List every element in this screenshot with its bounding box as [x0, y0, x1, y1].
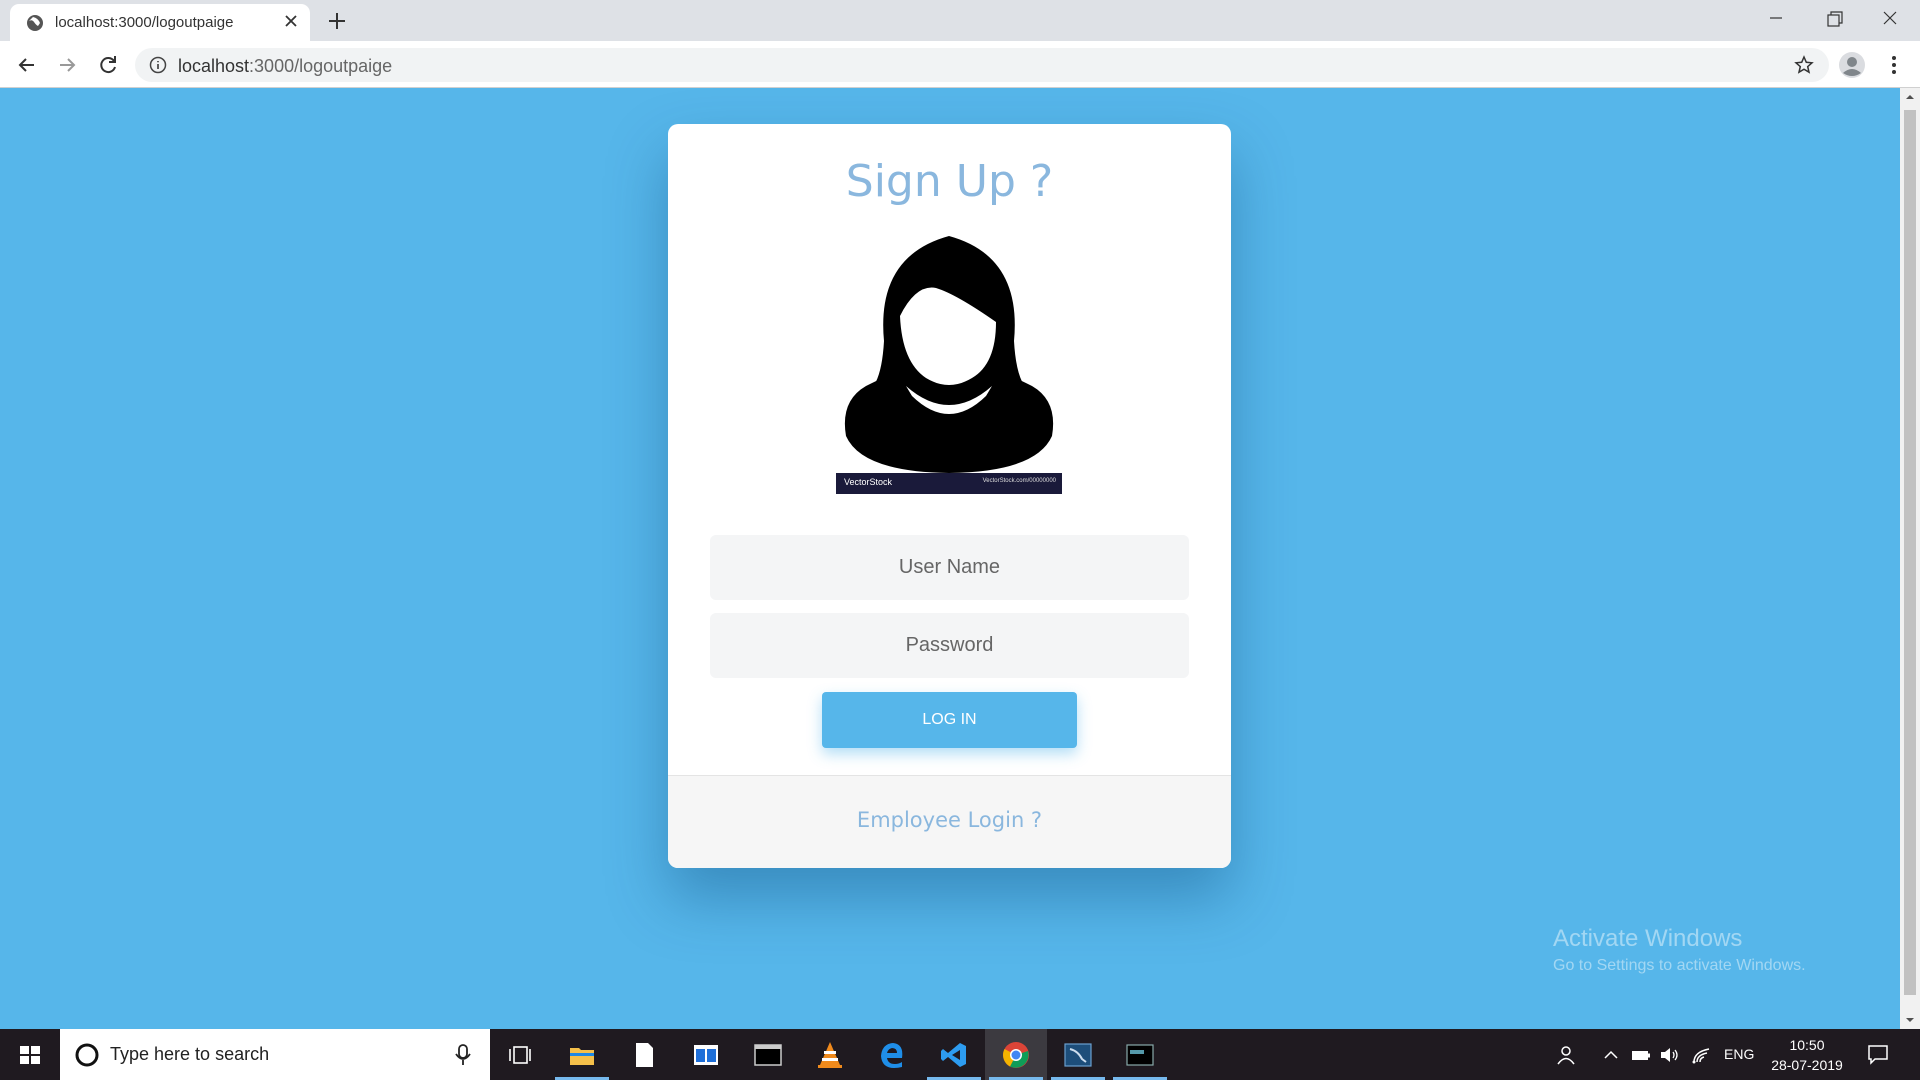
globe-icon: [27, 15, 43, 31]
page-title: Sign Up ?: [845, 156, 1054, 207]
employee-login-link[interactable]: Employee Login ?: [668, 808, 1231, 832]
wifi-icon[interactable]: [1691, 1044, 1713, 1066]
activate-windows-watermark: Activate Windows Go to Settings to activ…: [1553, 925, 1806, 974]
search-placeholder: Type here to search: [110, 1044, 270, 1064]
username-input[interactable]: [710, 535, 1189, 600]
microphone-icon[interactable]: [452, 1043, 474, 1067]
vscode-icon: [941, 1043, 966, 1067]
clock-date: 28-07-2019: [1771, 1057, 1843, 1073]
taskbar-vlc[interactable]: [799, 1029, 861, 1080]
info-icon[interactable]: [149, 56, 167, 74]
taskbar-search[interactable]: Type here to search: [60, 1029, 490, 1080]
profile-avatar-icon[interactable]: [1838, 51, 1866, 79]
restore-icon[interactable]: [1806, 0, 1862, 41]
vertical-scrollbar[interactable]: [1900, 88, 1920, 1029]
taskbar-clock[interactable]: 10:50 28-07-2019: [1762, 1035, 1852, 1075]
folder-icon: [570, 1048, 594, 1065]
language-indicator[interactable]: ENG: [1724, 1046, 1754, 1062]
volume-icon[interactable]: [1658, 1044, 1680, 1066]
edge-icon: [881, 1043, 903, 1068]
windows-start-icon[interactable]: [0, 1029, 60, 1080]
taskbar-edge[interactable]: [861, 1029, 923, 1080]
taskbar-mysql-workbench[interactable]: [1047, 1029, 1109, 1080]
taskbar-store[interactable]: [675, 1029, 737, 1080]
taskbar-terminal[interactable]: [737, 1029, 799, 1080]
cortana-icon: [75, 1043, 99, 1067]
mysql-workbench-icon: [1064, 1043, 1092, 1067]
scroll-thumb[interactable]: [1904, 110, 1916, 995]
address-bar[interactable]: localhost:3000/logoutpaige: [135, 48, 1829, 82]
avatar: VectorStock VectorStock.com/00000000: [836, 236, 1062, 494]
signup-card: Sign Up ? VectorStock VectorStock.com/00…: [668, 124, 1231, 868]
task-view-button[interactable]: [489, 1029, 551, 1080]
taskbar-file-explorer[interactable]: [551, 1029, 613, 1080]
mysql-shell-icon: [1126, 1044, 1154, 1066]
chrome-icon: [1003, 1042, 1029, 1068]
terminal-icon: [754, 1044, 782, 1066]
forward-arrow-icon[interactable]: [53, 51, 81, 79]
scroll-up-arrow-icon[interactable]: [1905, 92, 1915, 102]
browser-tab[interactable]: localhost:3000/logoutpaige: [10, 4, 310, 41]
taskbar-notepad[interactable]: [613, 1029, 675, 1080]
browser-tabstrip: localhost:3000/logoutpaige: [0, 0, 1920, 41]
window-app-icon: [694, 1045, 718, 1065]
close-window-icon[interactable]: [1862, 0, 1918, 41]
task-view-icon: [509, 1046, 531, 1064]
page-viewport: Sign Up ? VectorStock VectorStock.com/00…: [0, 88, 1900, 1029]
password-input[interactable]: [710, 613, 1189, 678]
chevron-up-icon[interactable]: [1600, 1044, 1622, 1066]
clock-time: 10:50: [1789, 1037, 1825, 1053]
taskbar-vscode[interactable]: [923, 1029, 985, 1080]
kebab-menu-icon[interactable]: [1880, 51, 1908, 79]
windows-taskbar: Type here to search ENG 10:50 28-07-2019: [0, 1029, 1920, 1080]
close-tab-icon[interactable]: [280, 10, 302, 32]
taskbar-mysql-shell[interactable]: [1109, 1029, 1171, 1080]
login-button[interactable]: LOG IN: [822, 692, 1077, 748]
card-footer: Employee Login ?: [668, 775, 1231, 868]
bookmark-star-icon[interactable]: [1793, 54, 1815, 76]
vlc-cone-icon: [818, 1042, 842, 1068]
browser-toolbar: localhost:3000/logoutpaige: [0, 41, 1920, 88]
notification-icon[interactable]: [1866, 1042, 1890, 1066]
back-arrow-icon[interactable]: [13, 51, 41, 79]
url-text[interactable]: localhost:3000/logoutpaige: [178, 56, 392, 77]
document-icon: [636, 1043, 653, 1067]
image-watermark-strip: VectorStock VectorStock.com/00000000: [836, 473, 1062, 494]
tab-title: localhost:3000/logoutpaige: [55, 14, 234, 31]
new-tab-icon[interactable]: [325, 9, 349, 33]
scroll-down-arrow-icon[interactable]: [1905, 1015, 1915, 1025]
taskbar-chrome[interactable]: [985, 1029, 1047, 1080]
reload-icon[interactable]: [94, 51, 122, 79]
female-user-icon: [844, 236, 1054, 473]
people-icon[interactable]: [1554, 1044, 1576, 1066]
minimize-icon[interactable]: [1748, 0, 1804, 41]
battery-icon[interactable]: [1630, 1044, 1652, 1066]
